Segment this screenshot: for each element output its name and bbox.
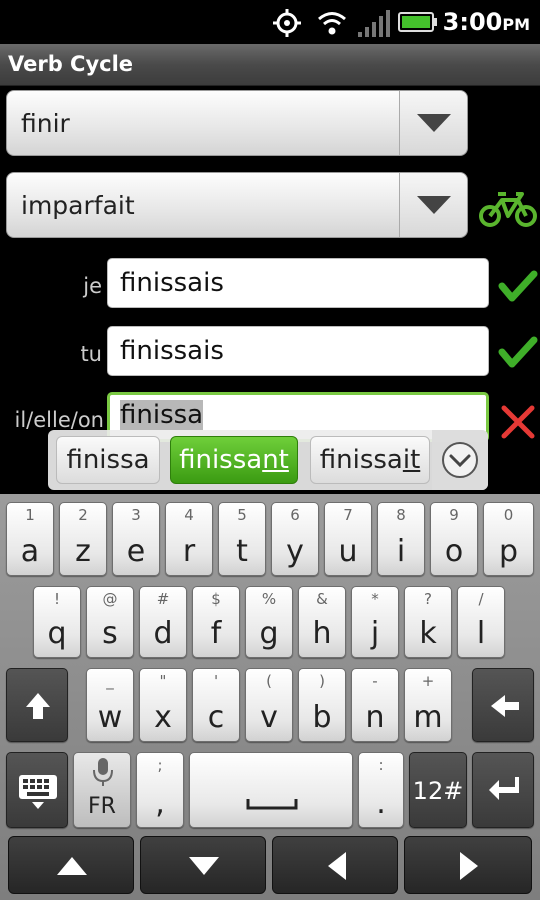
tense-spinner-value: imparfait <box>21 191 135 220</box>
nav-right-button[interactable] <box>404 836 532 894</box>
verb-spinner-value: finir <box>21 109 70 138</box>
key-z[interactable]: 2z <box>59 502 107 576</box>
enter-icon <box>489 777 519 800</box>
key-x[interactable]: " x <box>139 668 187 742</box>
verb-spinner[interactable]: finir <box>6 90 468 156</box>
key-s[interactable]: @ s <box>86 586 134 658</box>
key-a[interactable]: 1a <box>6 502 54 576</box>
key-q[interactable]: ! q <box>33 586 81 658</box>
battery-icon <box>398 12 437 32</box>
key-comma[interactable]: ;, <box>136 752 184 828</box>
chevron-down-icon <box>417 114 451 132</box>
key-r[interactable]: 4r <box>165 502 213 576</box>
key-m[interactable]: + m <box>404 668 452 742</box>
keyboard-icon <box>19 775 57 809</box>
key-c[interactable]: ' c <box>192 668 240 742</box>
arrow-left-icon <box>491 695 519 717</box>
key-p[interactable]: 0p <box>483 502 534 576</box>
tense-spinner-button[interactable] <box>399 173 467 237</box>
key-d[interactable]: # d <box>139 586 187 658</box>
key-u[interactable]: 7u <box>324 502 372 576</box>
suggestion-middle[interactable]: finissant <box>170 436 298 484</box>
key-g[interactable]: % g <box>245 586 293 658</box>
checkmark-icon <box>498 270 538 302</box>
key-k[interactable]: ? k <box>404 586 452 658</box>
triangle-up-icon <box>57 857 87 875</box>
key-o[interactable]: 9o <box>430 502 478 576</box>
key-l[interactable]: / l <box>457 586 505 658</box>
gps-icon <box>273 9 301 37</box>
voice-language-key[interactable]: FR <box>73 752 131 828</box>
key-b[interactable]: ) b <box>298 668 346 742</box>
key-t[interactable]: 5t <box>218 502 266 576</box>
verb-spinner-button[interactable] <box>399 91 467 155</box>
suggestion-right[interactable]: finissait <box>310 436 430 484</box>
answer-field-tu[interactable]: finissais <box>107 326 489 376</box>
key-e[interactable]: 3e <box>112 502 160 576</box>
suggestion-left[interactable]: finissa <box>56 436 160 484</box>
enter-key[interactable] <box>472 752 534 828</box>
pronoun-tu: tu <box>80 342 102 366</box>
triangle-down-icon <box>189 857 219 875</box>
answer-field-je[interactable]: finissais <box>107 258 489 308</box>
answer-text-selected: finissa <box>120 400 204 430</box>
chevron-down-circle-icon <box>442 442 478 478</box>
signal-icon <box>358 10 390 37</box>
backspace-key[interactable] <box>472 668 534 742</box>
arrow-up-icon <box>26 693 50 719</box>
chevron-down-icon <box>417 196 451 214</box>
keyboard-settings-key[interactable] <box>6 752 68 828</box>
pronoun-je: je <box>83 274 102 298</box>
clock: 3:00PM <box>442 8 530 36</box>
triangle-right-icon <box>460 852 478 880</box>
title-bar: Verb Cycle <box>0 44 540 86</box>
tense-spinner[interactable]: imparfait <box>6 172 468 238</box>
x-icon <box>501 405 535 439</box>
suggestion-expand-button[interactable] <box>432 430 488 490</box>
key-w[interactable]: _ w <box>86 668 134 742</box>
key-v[interactable]: (v <box>245 668 293 742</box>
triangle-left-icon <box>328 852 346 880</box>
suggestion-bar: finissa finissant finissait <box>48 430 488 490</box>
key-period[interactable]: :. <box>358 752 404 828</box>
shift-key[interactable] <box>6 668 68 742</box>
key-i[interactable]: 8i <box>377 502 425 576</box>
key-j[interactable]: * j <box>351 586 399 658</box>
checkmark-icon <box>498 336 538 368</box>
key-n[interactable]: -n <box>351 668 399 742</box>
symbols-key[interactable]: 12# <box>409 752 467 828</box>
wifi-icon <box>318 12 346 35</box>
bicycle-icon[interactable] <box>478 188 538 228</box>
space-key[interactable] <box>189 752 353 828</box>
key-f[interactable]: $ f <box>192 586 240 658</box>
nav-down-button[interactable] <box>140 836 266 894</box>
key-y[interactable]: 6y <box>271 502 319 576</box>
status-bar: 3:00PM <box>0 0 540 44</box>
pronoun-il-elle-on: il/elle/on <box>14 408 105 432</box>
key-h[interactable]: & h <box>298 586 346 658</box>
nav-left-button[interactable] <box>272 836 398 894</box>
microphone-icon <box>93 758 113 786</box>
app-title: Verb Cycle <box>8 52 134 76</box>
space-bar-icon <box>246 799 298 810</box>
nav-up-button[interactable] <box>8 836 134 894</box>
